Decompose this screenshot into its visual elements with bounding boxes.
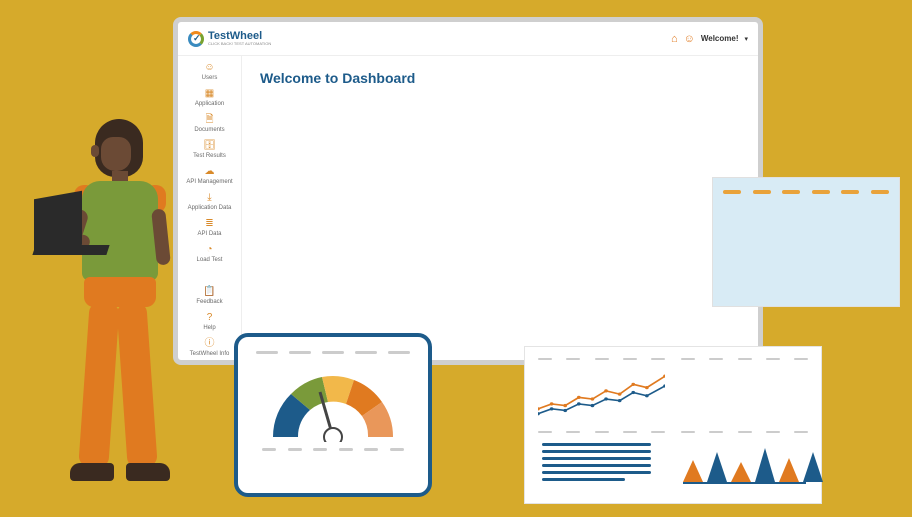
gauge-card	[234, 333, 432, 497]
app-window: TestWheel CLICK BACK! TEST AUTOMATION ⌂ …	[173, 17, 763, 365]
sidebar-item-label: API Data	[197, 231, 221, 237]
sidebar-item-label: Help	[203, 325, 215, 331]
area-chart	[676, 428, 813, 495]
home-icon[interactable]: ⌂	[671, 33, 678, 45]
gauge-icon: ◔	[206, 245, 212, 255]
sidebar-item-label: Load Test	[197, 257, 223, 263]
info-icon: ⓘ	[205, 339, 215, 349]
sidebar-item-application[interactable]: ▦ Application	[178, 86, 241, 110]
welcome-label[interactable]: Welcome!	[701, 34, 739, 43]
bar-chart	[723, 202, 889, 292]
sidebar-item-label: Test Results	[193, 153, 226, 159]
laptop-icon	[34, 191, 82, 253]
sidebar-item-label: Application	[195, 101, 224, 107]
sidebar-item-label: TestWheel Info	[190, 351, 230, 357]
header-right: ⌂ ☺ Welcome! ▾	[671, 33, 748, 45]
stacked-bar-chart	[676, 355, 813, 422]
line-chart	[533, 355, 670, 422]
sidebar-item-label: Feedback	[196, 299, 222, 305]
decorative-dashes	[723, 190, 889, 194]
sidebar-item-users[interactable]: ☺ Users	[178, 60, 241, 84]
decorative-dashes	[256, 351, 410, 354]
user-icon: ☺	[204, 63, 214, 73]
clipboard-icon: 📋	[203, 287, 215, 297]
sidebar-item-label: Users	[202, 75, 218, 81]
person-illustration	[40, 119, 195, 504]
grid-icon: ▦	[205, 89, 214, 99]
user-icon[interactable]: ☺	[684, 33, 695, 45]
briefcase-icon: 🗄	[203, 141, 216, 151]
gauge-chart	[258, 362, 408, 442]
multi-chart-card	[524, 346, 822, 504]
cloud-icon: ☁	[205, 167, 215, 177]
document-icon: 🗎	[205, 115, 213, 125]
page-title: Welcome to Dashboard	[260, 70, 740, 86]
help-icon: ?	[207, 313, 213, 323]
bar-chart-card	[712, 177, 900, 307]
sidebar-item-label: Documents	[194, 127, 224, 133]
list-placeholder	[533, 428, 670, 495]
chevron-down-icon[interactable]: ▾	[744, 35, 748, 43]
brand-logo[interactable]: TestWheel CLICK BACK! TEST AUTOMATION	[188, 31, 271, 47]
main-content: Welcome to Dashboard	[242, 56, 758, 360]
layers-icon: ≣	[205, 219, 213, 229]
decorative-dashes	[262, 448, 404, 451]
app-header: TestWheel CLICK BACK! TEST AUTOMATION ⌂ …	[178, 22, 758, 56]
logo-icon	[188, 31, 204, 47]
brand-tagline: CLICK BACK! TEST AUTOMATION	[208, 42, 271, 46]
download-icon: ⤓	[207, 193, 211, 203]
